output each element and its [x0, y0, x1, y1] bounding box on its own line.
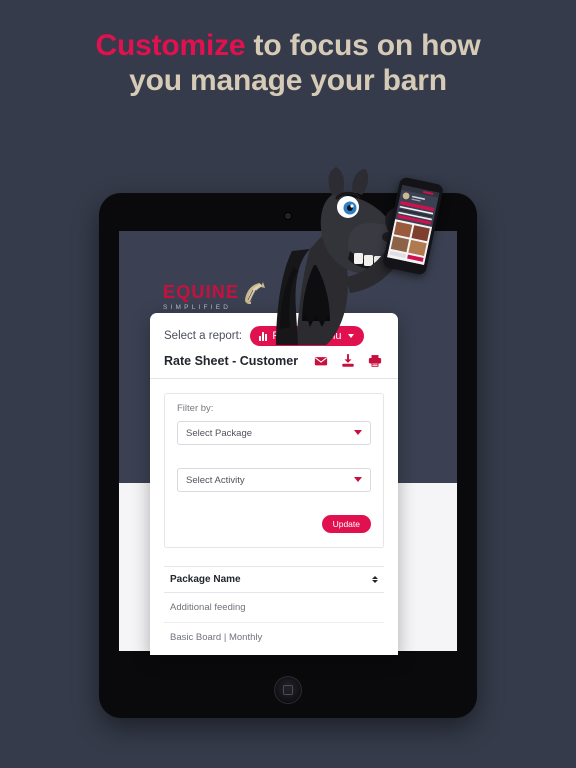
- table-row[interactable]: Additional feeding: [164, 593, 384, 623]
- logo-wordmark: EQUINE: [163, 282, 240, 302]
- home-button[interactable]: [274, 676, 302, 704]
- update-row: Update: [177, 515, 371, 533]
- headline-accent-word: Customize: [95, 29, 246, 62]
- print-icon[interactable]: [368, 354, 382, 368]
- report-title: Rate Sheet - Customer: [164, 354, 299, 368]
- headline-line1-rest: to focus on how: [245, 29, 481, 62]
- sort-updown-icon[interactable]: [372, 575, 378, 584]
- update-button[interactable]: Update: [321, 515, 371, 533]
- select-report-label: Select a report:: [164, 330, 242, 342]
- filter-panel: Filter by: Select Package Select Activit…: [164, 393, 384, 548]
- email-icon[interactable]: [314, 354, 328, 368]
- report-actions: [314, 354, 382, 368]
- headline-line2: you manage your barn: [129, 64, 447, 98]
- package-select-value: Select Package: [186, 427, 253, 439]
- download-icon[interactable]: [341, 354, 355, 368]
- column-header-label: Package Name: [170, 574, 241, 585]
- table-row[interactable]: Basic Board | Monthly: [164, 623, 384, 652]
- activity-select-value: Select Activity: [186, 474, 245, 486]
- chevron-down-icon: [354, 477, 362, 482]
- chevron-down-icon: [354, 430, 362, 435]
- table-header-package-name[interactable]: Package Name: [164, 566, 384, 593]
- report-card: Select a report: Reports Menu Rate Sheet…: [150, 313, 398, 655]
- app-logo: EQUINE SIMPLIFIED: [163, 282, 265, 312]
- results-table: Package Name Additional feeding Basic Bo…: [164, 566, 384, 652]
- package-select[interactable]: Select Package: [177, 421, 371, 445]
- page-headline: Customize to focus on how you manage you…: [0, 28, 576, 99]
- activity-select[interactable]: Select Activity: [177, 468, 371, 492]
- report-title-row: Rate Sheet - Customer: [150, 346, 398, 379]
- logo-subtitle: SIMPLIFIED: [163, 304, 232, 311]
- filter-by-label: Filter by:: [177, 403, 214, 414]
